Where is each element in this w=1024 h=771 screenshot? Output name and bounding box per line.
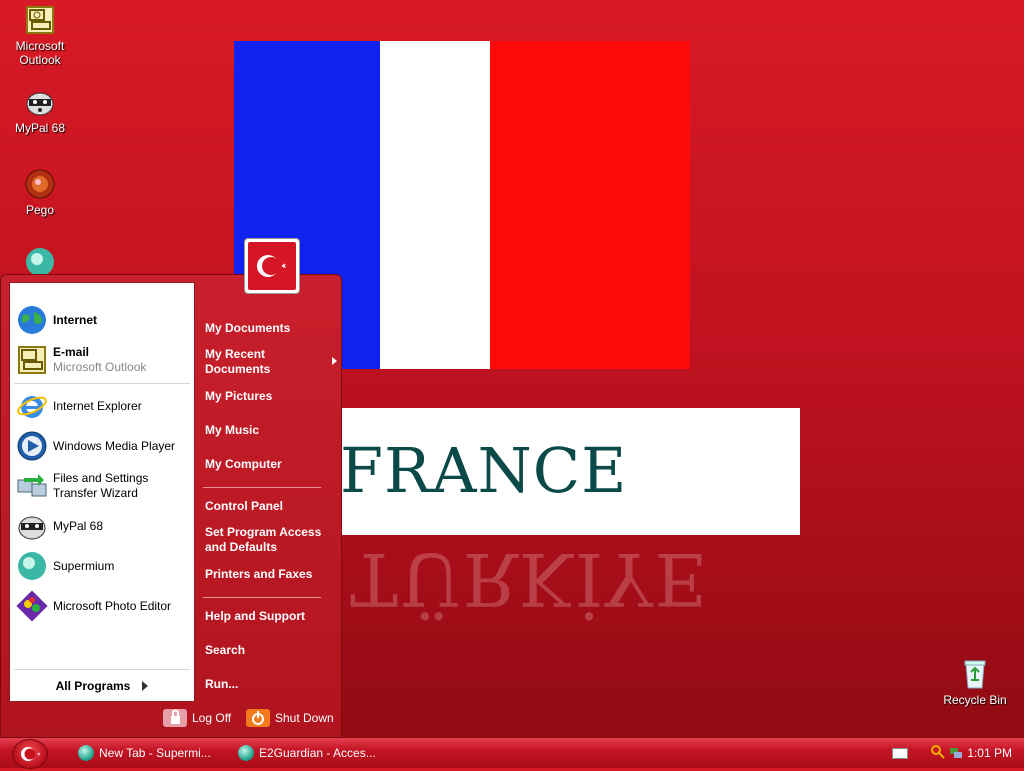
taskbar-button-new-tab[interactable]: New Tab - Supermi... bbox=[78, 741, 211, 765]
desktop-icon-outlook[interactable]: Microsoft Outlook bbox=[0, 4, 80, 67]
start-item-supermium[interactable]: Supermium bbox=[16, 549, 192, 583]
supermium-icon bbox=[78, 745, 94, 761]
mypal-icon bbox=[16, 510, 48, 542]
log-off-button[interactable]: Log Off bbox=[163, 709, 231, 727]
start-item-my-computer[interactable]: My Computer bbox=[205, 457, 335, 472]
supermium-icon bbox=[238, 745, 254, 761]
desktop-icon-mypal[interactable]: MyPal 68 bbox=[0, 86, 80, 135]
globe-icon bbox=[16, 304, 48, 336]
separator bbox=[203, 487, 321, 488]
desktop-icon-supermium[interactable] bbox=[0, 246, 80, 274]
user-picture[interactable] bbox=[244, 238, 300, 294]
start-item-my-pictures[interactable]: My Pictures bbox=[205, 389, 335, 404]
start-item-program-access[interactable]: Set Program Access and Defaults bbox=[205, 525, 325, 555]
desktop-icon-label: Recycle Bin bbox=[943, 693, 1007, 707]
search-tray-icon[interactable] bbox=[930, 744, 946, 760]
start-item-media-player[interactable]: Windows Media Player bbox=[16, 429, 192, 463]
clock[interactable]: 1:01 PM bbox=[967, 746, 1012, 760]
shut-down-button[interactable]: Shut Down bbox=[246, 709, 334, 727]
start-item-label: Supermium bbox=[53, 558, 115, 573]
start-item-mypal[interactable]: MyPal 68 bbox=[16, 509, 192, 543]
shut-down-label: Shut Down bbox=[275, 711, 334, 725]
start-item-printers[interactable]: Printers and Faxes bbox=[205, 567, 335, 582]
start-item-label: My Recent Documents bbox=[205, 347, 271, 376]
turkish-flag-icon bbox=[248, 242, 296, 290]
taskbar-button-e2guardian[interactable]: E2Guardian - Acces... bbox=[238, 741, 376, 765]
all-programs-label: All Programs bbox=[55, 679, 131, 693]
media-player-icon bbox=[16, 430, 48, 462]
desktop-icon-pego[interactable]: Pego bbox=[0, 168, 80, 217]
start-item-label: Internet bbox=[53, 312, 98, 327]
taskbar: New Tab - Supermi... E2Guardian - Acces.… bbox=[0, 738, 1024, 769]
start-button[interactable] bbox=[10, 738, 48, 769]
arrow-right-icon bbox=[332, 357, 337, 365]
lock-icon bbox=[163, 709, 187, 727]
start-item-my-recent-documents[interactable]: My Recent Documents bbox=[205, 347, 323, 377]
outlook-icon bbox=[16, 344, 48, 376]
internet-explorer-icon bbox=[16, 390, 48, 422]
flag-red-stripe bbox=[490, 41, 690, 369]
network-icon[interactable] bbox=[948, 744, 964, 760]
recycle-bin-icon bbox=[959, 658, 991, 690]
start-item-control-panel[interactable]: Control Panel bbox=[205, 499, 335, 514]
arrow-right-icon bbox=[142, 681, 149, 691]
start-item-label: Microsoft Photo Editor bbox=[53, 598, 172, 613]
taskbar-button-label: E2Guardian - Acces... bbox=[259, 746, 376, 760]
start-item-email[interactable]: E-mail Microsoft Outlook bbox=[16, 343, 192, 377]
desktop-icon-label: MyPal 68 bbox=[14, 121, 66, 135]
start-menu-programs-pane: Internet E-mail Microsoft Outlook Intern… bbox=[9, 282, 195, 702]
all-programs-button[interactable]: All Programs bbox=[10, 671, 194, 701]
flag-white-stripe bbox=[380, 41, 490, 369]
start-item-label: Internet Explorer bbox=[53, 398, 142, 413]
start-item-label: Files and Settings Transfer Wizard bbox=[53, 471, 149, 500]
transfer-wizard-icon bbox=[16, 470, 48, 502]
log-off-label: Log Off bbox=[192, 711, 232, 725]
desktop-icon-label: Microsoft Outlook bbox=[15, 39, 65, 67]
start-item-label: MyPal 68 bbox=[53, 518, 104, 533]
photo-editor-icon bbox=[16, 590, 48, 622]
system-tray: 1:01 PM bbox=[886, 738, 1024, 768]
wallpaper-text: FRANCE bbox=[340, 434, 628, 507]
start-item-label: E-mail bbox=[53, 345, 90, 359]
separator bbox=[203, 597, 321, 598]
start-item-photo-editor[interactable]: Microsoft Photo Editor bbox=[16, 589, 192, 623]
outlook-icon bbox=[24, 4, 56, 36]
start-item-my-music[interactable]: My Music bbox=[205, 423, 335, 438]
supermium-icon bbox=[16, 550, 48, 582]
start-item-my-documents[interactable]: My Documents bbox=[205, 321, 335, 336]
separator bbox=[14, 383, 190, 384]
turkish-flag-icon bbox=[12, 739, 48, 769]
taskbar-button-label: New Tab - Supermi... bbox=[99, 746, 211, 760]
keyboard-icon[interactable] bbox=[892, 748, 908, 759]
start-item-internet-explorer[interactable]: Internet Explorer bbox=[16, 389, 192, 423]
desktop-icon-recycle-bin[interactable]: Recycle Bin bbox=[935, 658, 1015, 707]
start-item-transfer-wizard[interactable]: Files and Settings Transfer Wizard bbox=[16, 469, 192, 503]
pego-icon bbox=[24, 168, 56, 200]
supermium-icon bbox=[24, 246, 56, 274]
start-item-run[interactable]: Run... bbox=[205, 677, 335, 692]
start-item-help[interactable]: Help and Support bbox=[205, 609, 335, 624]
start-item-search[interactable]: Search bbox=[205, 643, 335, 658]
power-icon bbox=[246, 709, 270, 727]
mypal-icon bbox=[24, 86, 56, 118]
desktop-icon-label: Pego bbox=[25, 203, 55, 217]
start-item-internet[interactable]: Internet bbox=[16, 303, 192, 337]
separator bbox=[14, 669, 190, 670]
wallpaper-banner: FRANCE bbox=[300, 408, 800, 535]
start-item-label: Windows Media Player bbox=[53, 438, 176, 453]
wallpaper-reflection: TÜRKİYE bbox=[350, 537, 710, 621]
start-menu: Internet E-mail Microsoft Outlook Intern… bbox=[0, 274, 342, 738]
start-item-sublabel: Microsoft Outlook bbox=[53, 360, 147, 374]
